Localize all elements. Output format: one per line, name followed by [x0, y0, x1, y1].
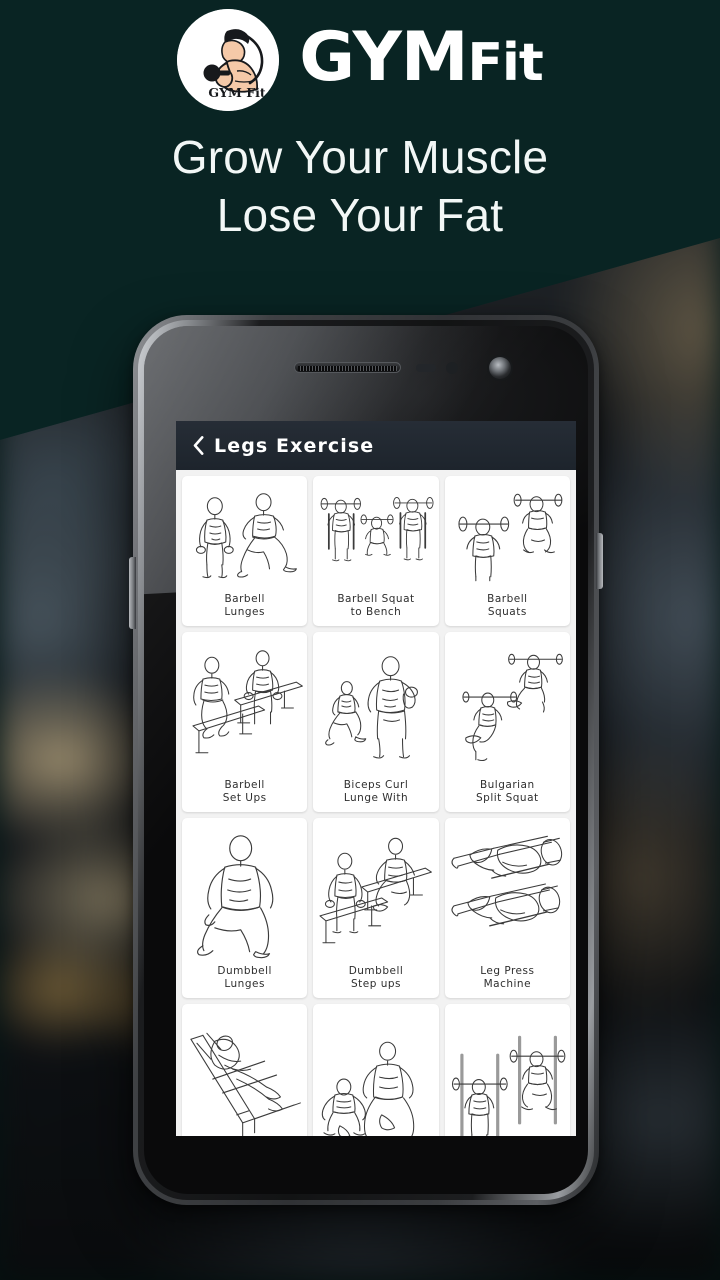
exercise-row: Dumbbell Lunges Dumbbell Step ups Leg Pr…: [182, 818, 570, 998]
exercise-grid[interactable]: Barbell Lunges Barbell Squat to Bench Ba…: [176, 470, 576, 1136]
back-chevron-icon[interactable]: [193, 436, 204, 455]
exercise-card-smith-machine-squat[interactable]: [444, 1004, 570, 1136]
app-action-bar: Legs Exercise: [176, 421, 576, 470]
exercise-row: Barbell Lunges Barbell Squat to Bench Ba…: [182, 476, 570, 626]
exercise-card-barbell-squats[interactable]: Barbell Squats: [444, 476, 570, 626]
label-line-2: Machine: [483, 978, 532, 990]
barbell-set-ups-illustration: [185, 638, 304, 776]
power-button[interactable]: [596, 533, 603, 589]
leg-press-machine-illustration: [448, 824, 567, 962]
label-line-1: Barbell: [487, 593, 528, 605]
exercise-card-label: Biceps Curl Lunge With: [344, 779, 409, 805]
label-line-2: Lunges: [224, 606, 265, 618]
barbell-lunges-illustration: [185, 482, 304, 590]
exercise-card-dumbbell-step-ups[interactable]: Dumbbell Step ups: [313, 818, 439, 998]
exercise-card-barbell-lunges[interactable]: Barbell Lunges: [182, 476, 308, 626]
exercise-card-barbell-squat-to-bench[interactable]: Barbell Squat to Bench: [313, 476, 439, 626]
exercise-card-label: Barbell Set Ups: [223, 779, 267, 805]
exercise-row: Barbell Set Ups Biceps Curl Lunge With B…: [182, 632, 570, 812]
front-camera-icon: [489, 357, 511, 379]
exercise-card-label: Barbell Lunges: [224, 593, 265, 619]
exercise-card-label: Bulgarian Split Squat: [476, 779, 539, 805]
label-line-1: Biceps Curl: [343, 779, 409, 791]
label-line-1: Bulgarian: [479, 779, 535, 791]
light-sensor-icon: [446, 362, 458, 374]
hack-squat-machine-illustration: [185, 1010, 304, 1136]
smith-machine-squat-illustration: [448, 1010, 567, 1136]
phone-mockup: Legs Exercise Barbell Lunges Barbell Squ…: [129, 315, 603, 1205]
label-line-2: Squats: [487, 606, 527, 618]
exercise-card-bulgarian-split-squat[interactable]: Bulgarian Split Squat: [444, 632, 570, 812]
brand-header: GYM Fit GYMFit: [0, 0, 720, 120]
exercise-card-biceps-curl-lunge[interactable]: Biceps Curl Lunge With: [313, 632, 439, 812]
label-line-2: Split Squat: [475, 792, 539, 804]
dumbbell-lunges-illustration: [185, 824, 304, 962]
gymfit-app: Legs Exercise Barbell Lunges Barbell Squ…: [176, 421, 576, 1136]
proximity-sensor-icon: [416, 364, 436, 372]
label-line-2: Lunge With: [343, 792, 409, 804]
label-line-2: to Bench: [350, 606, 402, 618]
volume-rocker-button[interactable]: [129, 557, 136, 629]
exercise-card-label: Barbell Squat to Bench: [337, 593, 414, 619]
bodybuilder-dumbbell-icon: GYM Fit: [177, 9, 280, 111]
tagline-line-1: Grow Your Muscle: [171, 131, 549, 183]
gymfit-logo-badge: GYM Fit: [177, 9, 280, 111]
brand-name-part2: Fit: [467, 32, 544, 93]
label-line-1: Dumbbell: [217, 965, 272, 977]
barbell-squat-to-bench-illustration: [316, 482, 435, 590]
exercise-card-label: Dumbbell Lunges: [217, 965, 272, 991]
svg-text:GYM Fit: GYM Fit: [209, 85, 266, 100]
barbell-squats-illustration: [448, 482, 567, 590]
label-line-1: Dumbbell: [348, 965, 404, 977]
brand-name-part1: GYM: [299, 17, 468, 97]
exercise-card-leg-press-machine[interactable]: Leg Press Machine: [444, 818, 570, 998]
bulgarian-split-squat-illustration: [448, 638, 567, 776]
exercise-card-label: Leg Press Machine: [480, 965, 534, 991]
label-line-1: Leg Press: [480, 965, 535, 977]
exercise-card-label: Dumbbell Step ups: [349, 965, 404, 991]
exercise-card-label: Barbell Squats: [487, 593, 527, 619]
exercise-card-sumo-squat[interactable]: [313, 1004, 439, 1136]
phone-front-glass: Legs Exercise Barbell Lunges Barbell Squ…: [144, 326, 588, 1194]
tagline-line-2: Lose Your Fat: [216, 189, 504, 241]
screen-title: Legs Exercise: [214, 434, 375, 457]
label-line-2: Set Ups: [222, 792, 267, 804]
dumbbell-step-ups-illustration: [316, 824, 435, 962]
phone-screen: Legs Exercise Barbell Lunges Barbell Squ…: [176, 421, 576, 1136]
label-line-1: Barbell: [224, 593, 265, 605]
sumo-squat-illustration: [316, 1010, 435, 1136]
label-line-1: Barbell: [224, 779, 265, 791]
exercise-card-dumbbell-lunges[interactable]: Dumbbell Lunges: [182, 818, 308, 998]
earpiece-speaker-icon: [294, 362, 401, 373]
exercise-card-hack-squat-machine[interactable]: [182, 1004, 308, 1136]
exercise-card-barbell-set-ups[interactable]: Barbell Set Ups: [182, 632, 308, 812]
biceps-curl-lunge-illustration: [316, 638, 435, 776]
brand-wordmark: GYMFit: [299, 23, 544, 97]
label-line-2: Step ups: [350, 978, 401, 990]
label-line-1: Barbell Squat: [337, 593, 415, 605]
exercise-row: [182, 1004, 570, 1136]
tagline-block: Grow Your Muscle Lose Your Fat: [0, 128, 720, 244]
label-line-2: Lunges: [224, 978, 265, 990]
